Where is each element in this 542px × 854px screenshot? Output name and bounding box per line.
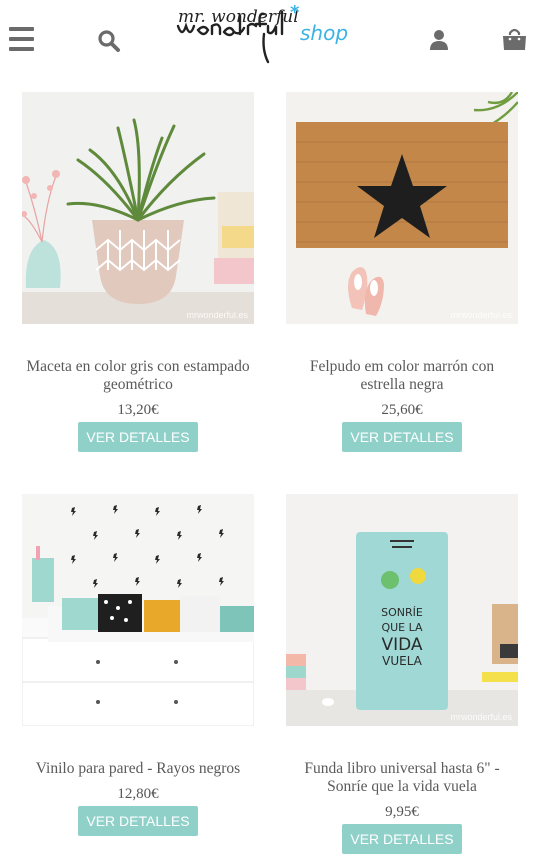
view-details-button[interactable]: VER DETALLES [342,824,462,854]
svg-text:QUE LA: QUE LA [381,621,423,634]
product-price: 13,20€ [117,402,159,418]
site-header: mr. wonderful * shop [0,0,542,80]
watermark: mrwonderful.es [186,310,248,320]
product-price: 9,95€ [385,804,419,820]
view-details-button[interactable]: VER DETALLES [342,422,462,452]
product-image[interactable]: mrwonderful.es [22,92,254,324]
svg-text:SONRÍE: SONRÍE [381,606,423,619]
product-price: 25,60€ [381,402,423,418]
product-name[interactable]: Vinilo para pared - Rayos negros [22,760,254,778]
hamburger-line [9,27,34,31]
product-image[interactable]: mrwonderful.es [286,92,518,324]
watermark: mrwonderful.es [450,712,512,722]
product-image[interactable]: mrwonderful.es [22,494,254,726]
product-card: mrwonderful.es Maceta en color gris con … [22,92,254,452]
logo-mr: mr. wonderful [178,7,299,27]
hamburger-line [9,47,34,51]
product-card: mrwonderful.es Felpudo em color marrón c… [286,92,518,452]
svg-text:VIDA: VIDA [381,635,422,655]
hamburger-line [9,37,34,41]
logo-shop: shop [300,21,348,45]
hamburger-icon[interactable] [9,27,34,52]
watermark: mrwonderful.es [186,712,248,722]
search-icon[interactable] [97,29,121,53]
svg-text:VUELA: VUELA [382,654,423,668]
svg-text:*: * [290,4,300,23]
cart-icon[interactable] [502,27,527,51]
product-card: SONRÍE QUE LA VIDA VUELA mrwonderful.es … [286,494,518,854]
site-logo[interactable]: mr. wonderful * shop [170,2,380,68]
product-card: mrwonderful.es Vinilo para pared - Rayos… [22,494,254,836]
view-details-button[interactable]: VER DETALLES [78,806,198,836]
user-icon[interactable] [429,29,449,51]
product-name[interactable]: Maceta en color gris con estampado geomé… [22,358,254,394]
product-name[interactable]: Felpudo em color marrón con estrella neg… [286,358,518,394]
watermark: mrwonderful.es [450,310,512,320]
view-details-button[interactable]: VER DETALLES [78,422,198,452]
product-price: 12,80€ [117,786,159,802]
product-image[interactable]: SONRÍE QUE LA VIDA VUELA mrwonderful.es [286,494,518,726]
product-name[interactable]: Funda libro universal hasta 6" - Sonríe … [286,760,518,796]
